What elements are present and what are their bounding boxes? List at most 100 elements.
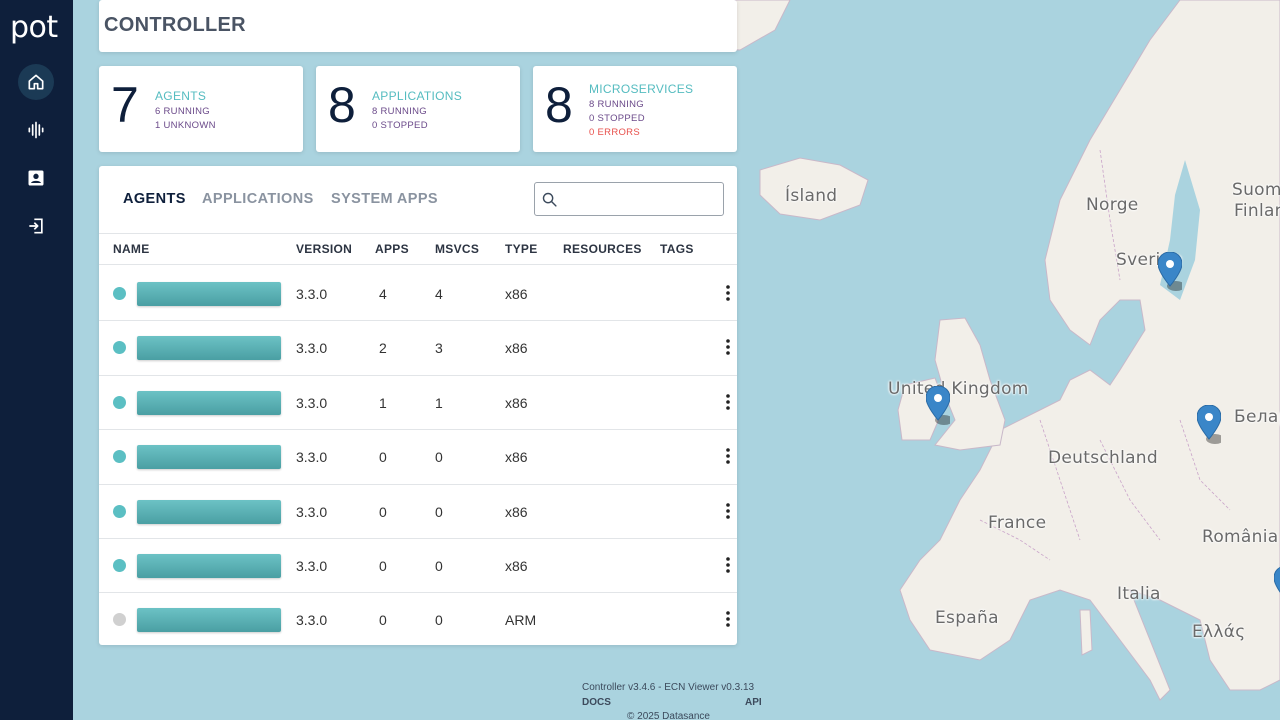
- table-row[interactable]: 3.3.0 0 0 x86: [99, 485, 737, 539]
- map-label-finland-sv: Finland: [1234, 201, 1280, 221]
- agent-name-placeholder[interactable]: [137, 608, 281, 632]
- cell-apps: 0: [379, 449, 387, 465]
- cell-apps: 0: [379, 612, 387, 628]
- map-pin-icon[interactable]: [1158, 252, 1182, 292]
- microservices-stat-card[interactable]: 8 MICROSERVICES 8 RUNNING 0 STOPPED 0 ER…: [533, 66, 737, 152]
- cell-version: 3.3.0: [296, 504, 328, 520]
- agent-name-placeholder[interactable]: [137, 282, 281, 306]
- table-header-divider: [99, 264, 737, 265]
- map-label-finland-fi: Suomi: [1232, 180, 1280, 200]
- nav-logout-button[interactable]: [18, 208, 54, 244]
- cell-msvcs: 0: [435, 449, 443, 465]
- column-header-name[interactable]: NAME: [113, 242, 150, 256]
- cell-version: 3.3.0: [296, 612, 328, 628]
- table-row[interactable]: 3.3.0 0 0 x86: [99, 430, 737, 484]
- cell-version: 3.3.0: [296, 449, 328, 465]
- applications-stat-card[interactable]: 8 APPLICATIONS 8 RUNNING 0 STOPPED: [316, 66, 520, 152]
- api-link[interactable]: API: [745, 697, 762, 708]
- version-info: Controller v3.4.6 - ECN Viewer v0.3.13: [582, 682, 755, 693]
- cell-apps: 0: [379, 504, 387, 520]
- agents-unknown: 1 UNKNOWN: [155, 120, 216, 131]
- docs-link[interactable]: DOCS: [582, 697, 611, 708]
- column-header-version[interactable]: VERSION: [296, 242, 352, 256]
- nav-account-button[interactable]: [18, 160, 54, 196]
- agent-name-placeholder[interactable]: [137, 336, 281, 360]
- search-box[interactable]: [534, 182, 724, 216]
- cell-msvcs: 1: [435, 395, 443, 411]
- agent-name-placeholder[interactable]: [137, 500, 281, 524]
- table-row[interactable]: 3.3.0 0 0 ARM: [99, 593, 737, 647]
- agents-table-panel: AGENTS APPLICATIONS SYSTEM APPS NAME VER…: [99, 166, 737, 645]
- map-label-greece: Ελλάς: [1192, 622, 1246, 642]
- cell-type: x86: [505, 286, 528, 302]
- agents-stat-card[interactable]: 7 AGENTS 6 RUNNING 1 UNKNOWN: [99, 66, 303, 152]
- more-options-icon[interactable]: [723, 337, 733, 357]
- tab-system-apps[interactable]: SYSTEM APPS: [331, 191, 438, 207]
- table-row[interactable]: 3.3.0 0 0 x86: [99, 539, 737, 593]
- agents-count: 7: [111, 77, 139, 133]
- cell-version: 3.3.0: [296, 286, 328, 302]
- map-label-germany: Deutschland: [1048, 448, 1158, 468]
- agents-label: AGENTS: [155, 89, 207, 103]
- app-logo[interactable]: pot: [10, 10, 58, 45]
- microservices-running: 8 RUNNING: [589, 99, 644, 110]
- status-indicator: [113, 287, 126, 300]
- home-icon: [28, 74, 44, 90]
- logout-icon: [29, 218, 43, 234]
- column-header-type[interactable]: TYPE: [505, 242, 538, 256]
- agent-name-placeholder[interactable]: [137, 445, 281, 469]
- header-divider: [99, 233, 737, 234]
- more-options-icon[interactable]: [723, 555, 733, 575]
- status-indicator: [113, 396, 126, 409]
- search-icon: [542, 192, 557, 207]
- copyright: © 2025 Datasance: [627, 711, 710, 720]
- nav-microservices-button[interactable]: [18, 112, 54, 148]
- map-label-france: France: [988, 513, 1047, 533]
- cell-type: x86: [505, 558, 528, 574]
- status-indicator: [113, 341, 126, 354]
- microservices-stopped: 0 STOPPED: [589, 113, 645, 124]
- more-options-icon[interactable]: [723, 283, 733, 303]
- column-header-resources[interactable]: RESOURCES: [563, 242, 642, 256]
- status-indicator: [113, 559, 126, 572]
- map-pin-icon[interactable]: [1197, 405, 1221, 445]
- map-label-uk: United Kingdom: [888, 379, 1029, 399]
- cell-type: ARM: [505, 612, 537, 628]
- agent-name-placeholder[interactable]: [137, 391, 281, 415]
- cell-type: x86: [505, 449, 528, 465]
- column-header-tags[interactable]: TAGS: [660, 242, 694, 256]
- microservices-label: MICROSERVICES: [589, 82, 694, 96]
- nav-home-button[interactable]: [18, 64, 54, 100]
- status-indicator: [113, 505, 126, 518]
- more-options-icon[interactable]: [723, 392, 733, 412]
- more-options-icon[interactable]: [723, 609, 733, 629]
- cell-apps: 1: [379, 395, 387, 411]
- cell-version: 3.3.0: [296, 340, 328, 356]
- more-options-icon[interactable]: [723, 446, 733, 466]
- map-pin-icon[interactable]: [1274, 566, 1280, 606]
- tab-agents[interactable]: AGENTS: [123, 191, 186, 207]
- tab-applications[interactable]: APPLICATIONS: [202, 191, 314, 207]
- cell-msvcs: 0: [435, 558, 443, 574]
- microservices-errors: 0 ERRORS: [589, 127, 640, 138]
- applications-stopped: 0 STOPPED: [372, 120, 428, 131]
- cell-apps: 0: [379, 558, 387, 574]
- table-row[interactable]: 3.3.0 2 3 x86: [99, 321, 737, 375]
- status-indicator: [113, 613, 126, 626]
- search-input[interactable]: [563, 187, 718, 211]
- map-label-romania: România: [1202, 527, 1279, 547]
- cell-msvcs: 0: [435, 612, 443, 628]
- cell-apps: 2: [379, 340, 387, 356]
- agent-name-placeholder[interactable]: [137, 554, 281, 578]
- map-label-italy: Italia: [1117, 584, 1161, 604]
- cell-version: 3.3.0: [296, 395, 328, 411]
- table-row[interactable]: 3.3.0 4 4 x86: [99, 267, 737, 321]
- more-options-icon[interactable]: [723, 501, 733, 521]
- column-header-apps[interactable]: APPS: [375, 242, 409, 256]
- column-header-msvcs[interactable]: MSVCS: [435, 242, 479, 256]
- cell-msvcs: 4: [435, 286, 443, 302]
- cell-type: x86: [505, 504, 528, 520]
- cell-type: x86: [505, 395, 528, 411]
- map-pin-icon[interactable]: [926, 386, 950, 426]
- table-row[interactable]: 3.3.0 1 1 x86: [99, 376, 737, 430]
